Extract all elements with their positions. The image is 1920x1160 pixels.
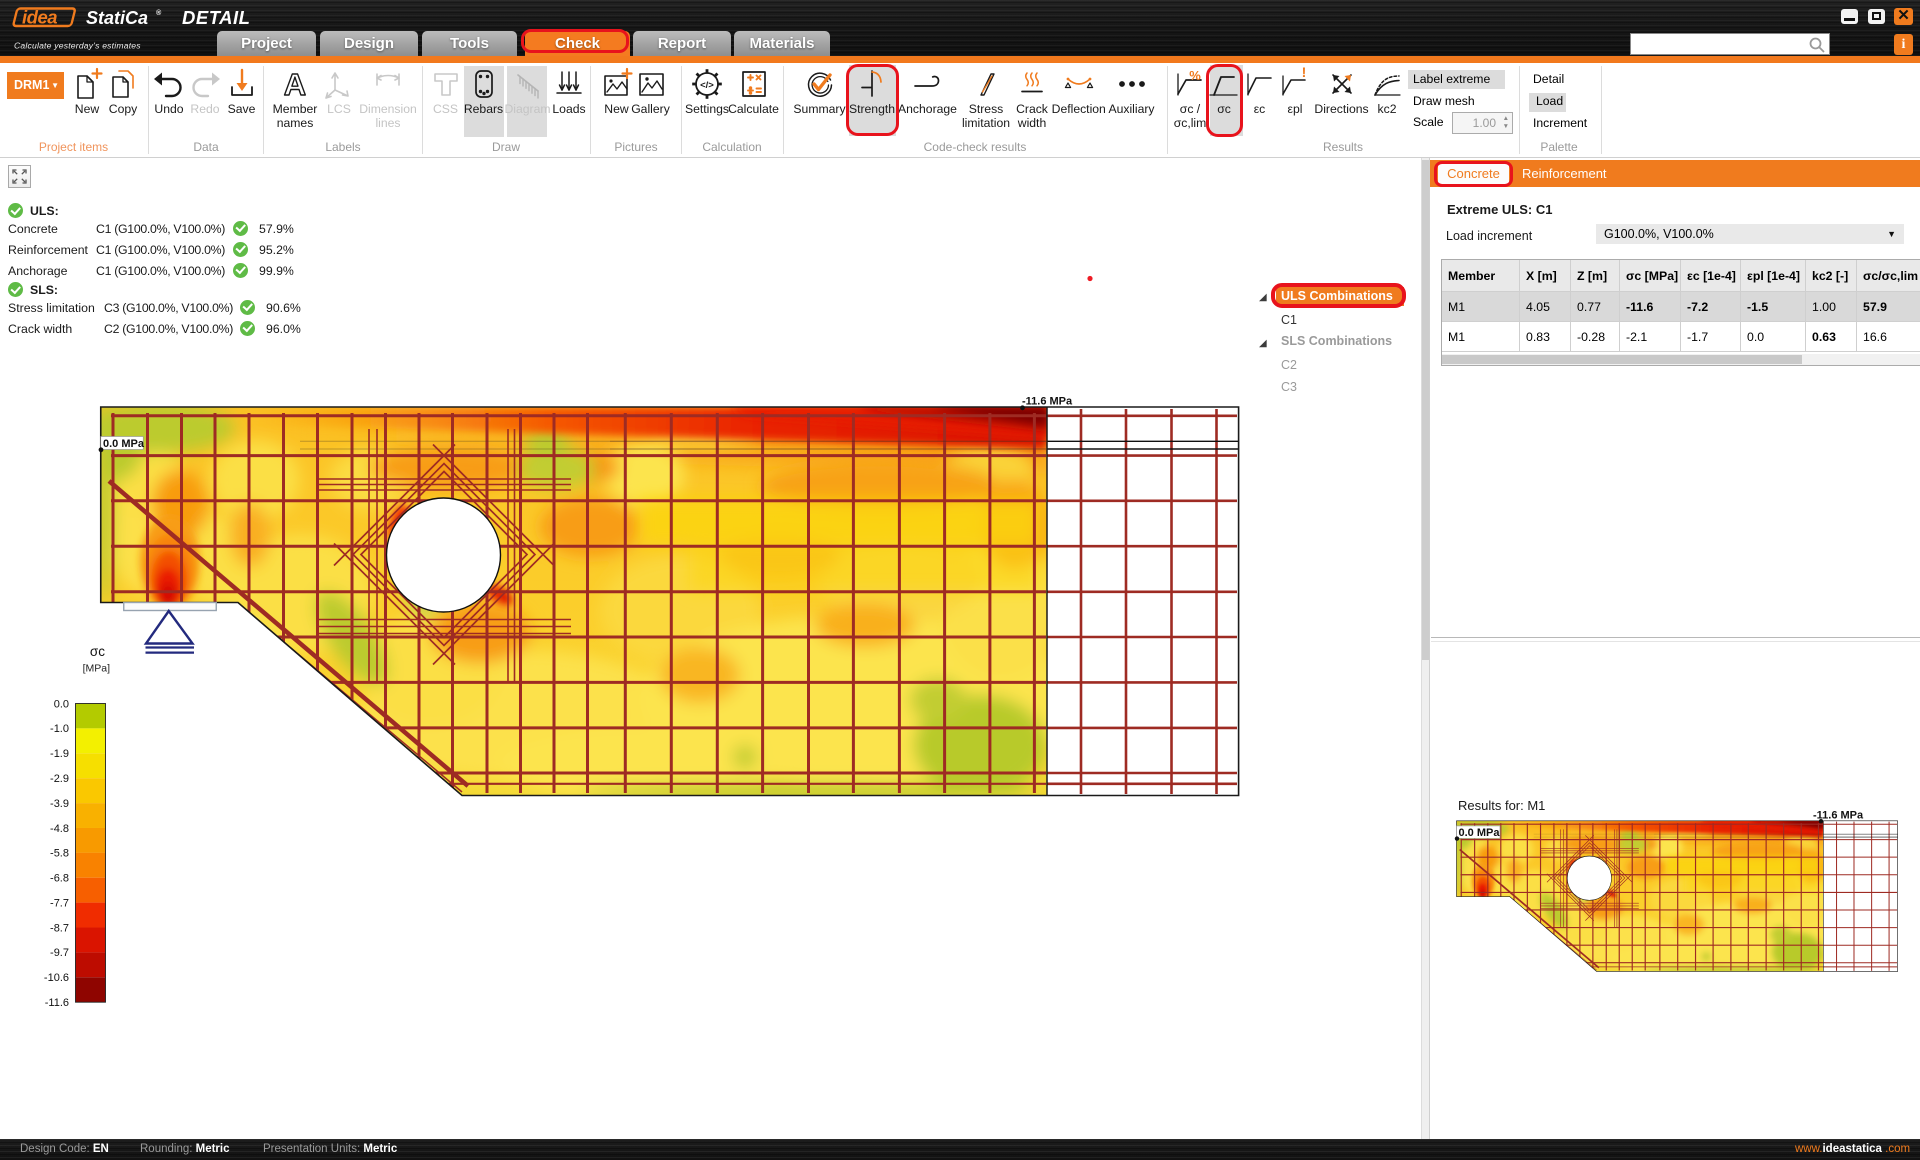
svg-text:-3.9: -3.9 xyxy=(50,798,69,810)
svg-text:-11.6: -11.6 xyxy=(45,997,69,1009)
svg-text:-1.9: -1.9 xyxy=(50,748,69,760)
svg-text:-5.8: -5.8 xyxy=(50,848,69,860)
svg-text:-8.7: -8.7 xyxy=(50,922,69,934)
svg-text:!: ! xyxy=(1302,66,1307,80)
svg-text:</>: </> xyxy=(700,80,714,91)
svg-text:StatiCa: StatiCa xyxy=(86,8,148,28)
svg-text:0.0 MPa: 0.0 MPa xyxy=(103,438,145,450)
svg-text:σc: σc xyxy=(90,644,105,659)
svg-text:-10.6: -10.6 xyxy=(44,972,69,984)
svg-text:A: A xyxy=(284,67,306,102)
svg-text:-2.9: -2.9 xyxy=(50,773,69,785)
svg-text:-1.0: -1.0 xyxy=(50,723,69,735)
svg-text:-6.8: -6.8 xyxy=(50,873,69,885)
svg-text:-9.7: -9.7 xyxy=(50,947,69,959)
svg-text:[MPa]: [MPa] xyxy=(83,663,111,675)
svg-text:-7.7: -7.7 xyxy=(50,897,69,909)
svg-text:®: ® xyxy=(156,9,162,17)
svg-text:-4.8: -4.8 xyxy=(50,823,69,835)
svg-text:DETAIL: DETAIL xyxy=(182,7,250,28)
svg-text:0.0: 0.0 xyxy=(54,698,69,710)
svg-text:Calculate yesterday's estimate: Calculate yesterday's estimates xyxy=(14,41,141,51)
svg-text:idea: idea xyxy=(22,7,57,28)
svg-text:0.0 MPa: 0.0 MPa xyxy=(1459,827,1501,839)
svg-text:%: % xyxy=(1189,68,1201,83)
svg-text:-11.6 MPa: -11.6 MPa xyxy=(1022,396,1073,408)
